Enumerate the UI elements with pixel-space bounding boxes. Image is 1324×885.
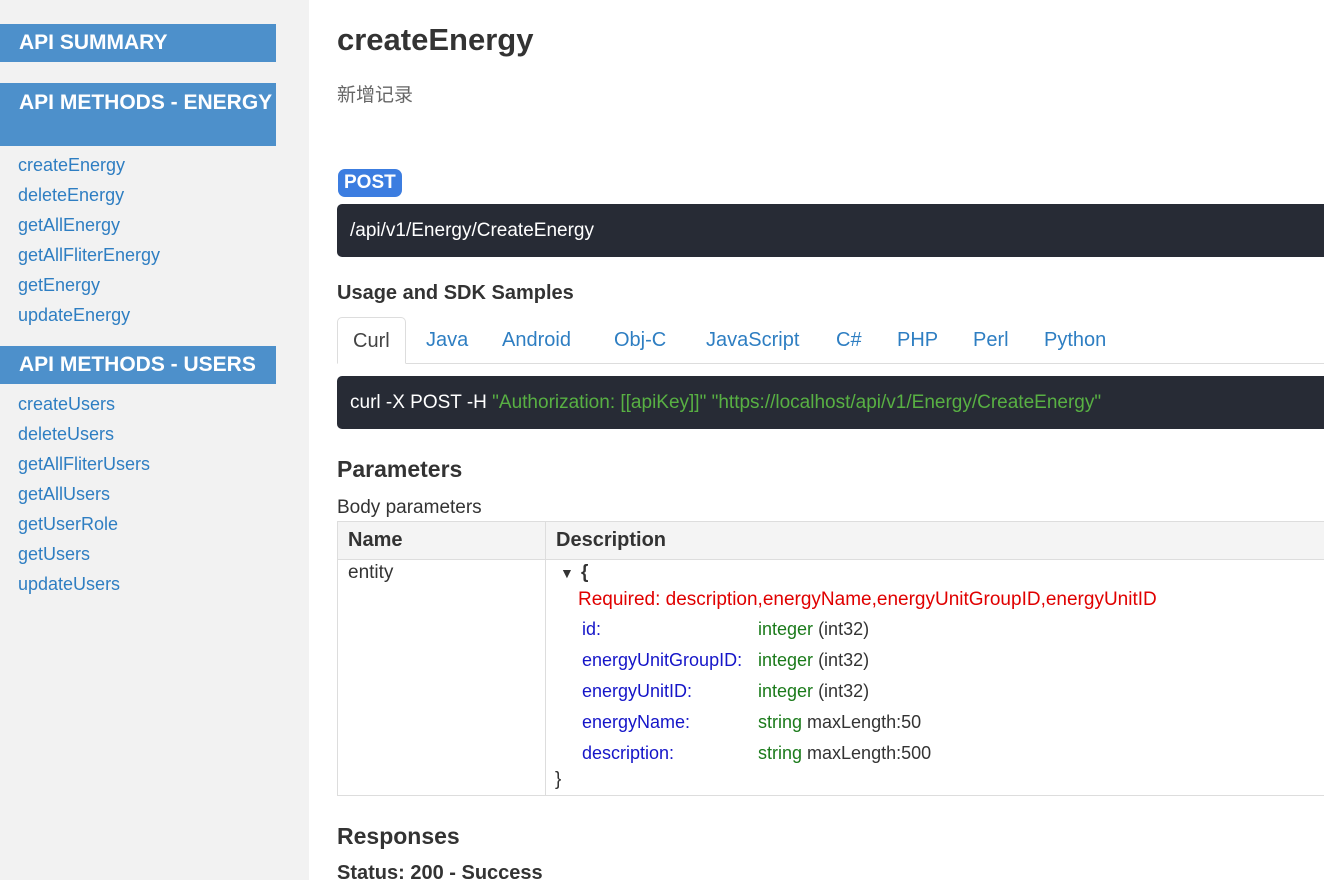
sidebar-item-getAllUsers[interactable]: getAllUsers [18,483,110,505]
response-status: Status: 200 - Success [337,862,543,884]
json-open-brace: { [581,562,589,583]
endpoint-path: /api/v1/Energy/CreateEnergy [337,204,1324,257]
table-header [338,522,1324,560]
curl-auth-header: "Authorization: [[apiKey]]" [492,392,707,413]
sidebar-header-users[interactable]: API METHODS - USERS [0,346,276,384]
sidebar-item-deleteUsers[interactable]: deleteUsers [18,423,114,445]
sidebar-item-createEnergy[interactable]: createEnergy [18,154,125,176]
sidebar-item-getAllFliterUsers[interactable]: getAllFliterUsers [18,453,150,475]
sidebar: API SUMMARY API METHODS - ENERGY createE… [0,0,309,880]
body-params-label: Body parameters [337,497,482,518]
sidebar-header-energy[interactable]: API METHODS - ENERGY [0,83,276,146]
sidebar-item-getAllEnergy[interactable]: getAllEnergy [18,214,120,236]
prop-name-energyUnitGroupID: energyUnitGroupID: [582,650,743,670]
tabs-divider [337,363,1324,364]
required-fields: Required: description,energyName,energyU… [578,589,1157,610]
tab-android[interactable]: Android [502,317,571,364]
col-name-header: Name [348,529,403,551]
prop-type-energyName: string maxLength:50 [758,712,922,732]
sidebar-header-summary[interactable]: API SUMMARY [0,24,276,62]
prop-type-energyUnitGroupID: integer (int32) [758,650,870,670]
tab-python[interactable]: Python [1044,317,1106,364]
sidebar-item-deleteEnergy[interactable]: deleteEnergy [18,184,124,206]
tab-objc[interactable]: Obj-C [614,317,666,364]
col-description-header: Description [556,529,667,551]
prop-name-description: description: [582,743,675,763]
tab-php[interactable]: PHP [897,317,938,364]
tab-java[interactable]: Java [426,317,468,364]
tab-perl[interactable]: Perl [973,317,1009,364]
method-badge: POST [338,169,402,197]
prop-name-energyUnitID: energyUnitID: [582,681,693,701]
tab-javascript[interactable]: JavaScript [706,317,799,364]
collapse-toggle-icon[interactable]: ▼ [560,565,574,581]
sidebar-item-updateEnergy[interactable]: updateEnergy [18,304,130,326]
curl-command: curl -X POST -H [350,392,493,413]
tab-csharp[interactable]: C# [836,317,862,364]
curl-sample: curl -X POST -H "Authorization: [[apiKey… [337,376,1324,429]
page-subtitle: 新增记录 [337,84,414,106]
prop-name-id: id: [582,619,602,639]
prop-type-description: string maxLength:500 [758,743,932,763]
prop-type-id: integer (int32) [758,619,870,639]
sidebar-item-getUserRole[interactable]: getUserRole [18,513,118,535]
sidebar-item-createUsers[interactable]: createUsers [18,393,115,415]
prop-name-energyName: energyName: [582,712,691,732]
sidebar-item-getAllFliterEnergy[interactable]: getAllFliterEnergy [18,244,160,266]
parameters-heading: Parameters [337,456,463,482]
parameters-table: Name Description entity ▼ { Required: de… [337,521,1324,796]
page-title: createEnergy [337,22,534,57]
param-name: entity [348,562,394,583]
sidebar-item-getUsers[interactable]: getUsers [18,543,90,565]
curl-url: "https://localhost/api/v1/Energy/CreateE… [711,392,1102,413]
prop-type-energyUnitID: integer (int32) [758,681,870,701]
sidebar-item-updateUsers[interactable]: updateUsers [18,573,120,595]
column-divider [545,522,546,795]
sidebar-item-getEnergy[interactable]: getEnergy [18,274,100,296]
json-close-brace: } [555,769,562,790]
responses-heading: Responses [337,823,460,849]
usage-heading: Usage and SDK Samples [337,282,574,304]
tab-curl[interactable]: Curl [337,317,406,364]
